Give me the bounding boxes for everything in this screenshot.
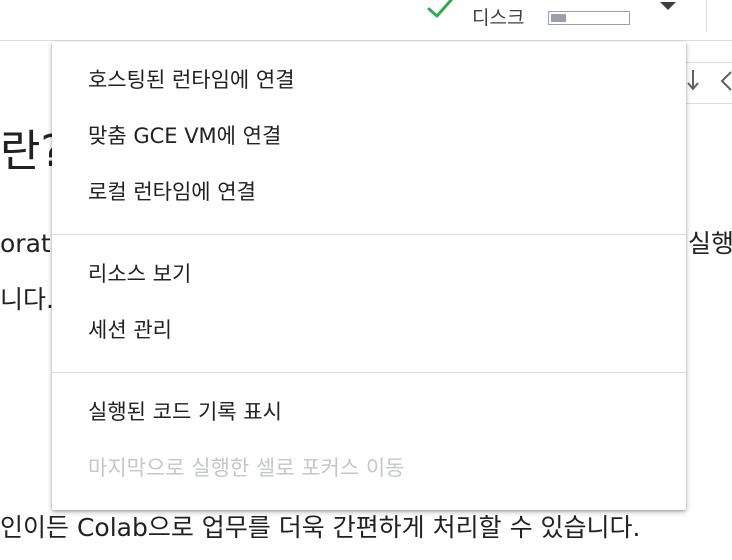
paragraph-text: 인이든 Colab으로 업무를 더욱 간편하게 처리할 수 있습니다. [0, 513, 641, 542]
top-bar: 디스크 [0, 0, 732, 41]
menu-item-view-resources[interactable]: 리소스 보기 [52, 252, 686, 296]
disk-usage-meter[interactable] [548, 11, 630, 25]
menu-item-connect-local-runtime[interactable]: 로컬 런타임에 연결 [52, 170, 686, 214]
paragraph-text: 니다. [0, 285, 54, 314]
disk-label: 디스크 [472, 7, 525, 29]
disk-usage-fill [551, 14, 566, 22]
link-icon[interactable] [718, 68, 732, 94]
runtime-connect-menu: 호스팅된 런타임에 연결 맞춤 GCE VM에 연결 로컬 런타임에 연결 리소… [52, 42, 686, 510]
arrow-down-icon[interactable] [686, 68, 700, 92]
menu-item-connect-hosted-runtime[interactable]: 호스팅된 런타임에 연결 [52, 58, 686, 102]
menu-item-connect-custom-gce-vm[interactable]: 맞춤 GCE VM에 연결 [52, 114, 686, 158]
menu-item-focus-last-run-cell: 마지막으로 실행한 셀로 포커스 이동 [88, 456, 405, 480]
topbar-divider [706, 0, 707, 32]
menu-item-show-executed-code-history[interactable]: 실행된 코드 기록 표시 [52, 390, 686, 434]
menu-divider [52, 372, 686, 373]
menu-divider [52, 234, 686, 235]
check-icon [427, 0, 454, 18]
caret-down-icon[interactable] [660, 2, 676, 10]
menu-item-manage-sessions[interactable]: 세션 관리 [52, 308, 686, 352]
paragraph-text: 실행하 [688, 229, 732, 258]
